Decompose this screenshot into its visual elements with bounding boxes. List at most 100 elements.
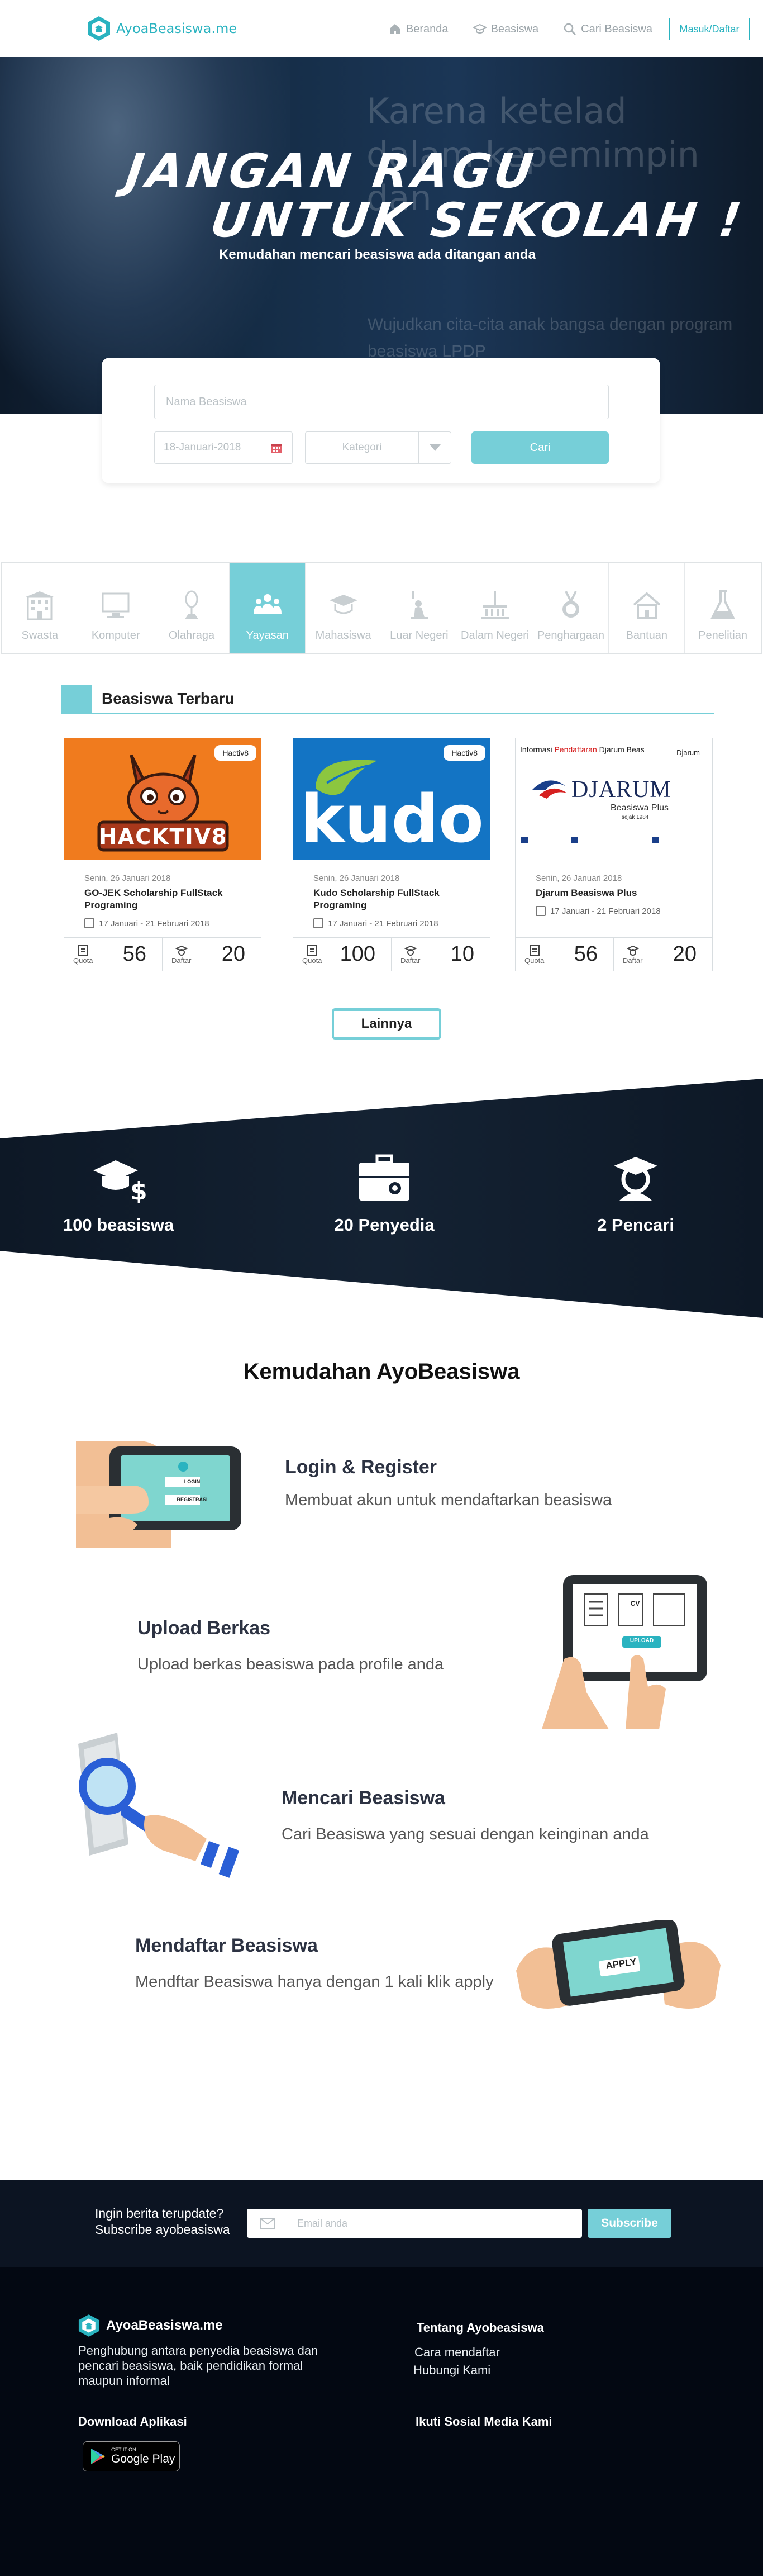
student-icon (614, 1157, 657, 1201)
google-play-button[interactable]: GET IT ON Google Play (83, 2441, 180, 2471)
daftar-label: Daftar (623, 944, 642, 965)
screen-upload-label: UPLOAD (630, 1638, 654, 1644)
search-button[interactable]: Cari (471, 431, 609, 464)
card-range: 17 Januari - 21 Februari 2018 (313, 918, 438, 928)
card-quota: Quota 100 (293, 938, 392, 971)
nav-beranda-label: Beranda (406, 22, 449, 35)
social-title: Ikuti Sosial Media Kami (416, 2414, 552, 2428)
category-label: Swasta (21, 629, 59, 642)
brand-logo[interactable]: AyoaBeasiswa.me (87, 16, 237, 41)
category-dalam-negeri[interactable]: Dalam Negeri (457, 563, 533, 653)
category-swasta[interactable]: Swasta (2, 563, 78, 653)
features-title: Kemudahan AyoBeasiswa (243, 1359, 520, 1384)
card-provider-tag: Hactiv8 (214, 745, 256, 761)
category-olahraga[interactable]: Olahraga (154, 563, 230, 653)
nav-beasiswa[interactable]: Beasiswa (461, 22, 551, 36)
category-label: Mahasiswa (315, 629, 371, 642)
subscribe-placeholder: Email anda (297, 2217, 348, 2229)
student-cap-icon (175, 945, 188, 956)
card-daftar: Daftar 20 (614, 938, 712, 971)
step-desc: Cari Beasiswa yang sesuai dengan keingin… (282, 1825, 649, 1843)
login-register-button[interactable]: Masuk/Daftar (669, 18, 750, 40)
card-daftar: Daftar 20 (163, 938, 261, 971)
magnifier-illustration (78, 1733, 240, 1878)
footer-brand[interactable]: AyoaBeasiswa.me (78, 2314, 223, 2337)
card-stats: Quota 100 Daftar 10 (293, 937, 490, 971)
category-yayasan[interactable]: Yayasan (230, 563, 306, 653)
subscribe-button[interactable]: Subscribe (588, 2209, 671, 2238)
category-penghargaan[interactable]: Penghargaan (533, 563, 609, 653)
card-stats: Quota 56 Daftar 20 (516, 937, 712, 971)
google-play-text: GET IT ON Google Play (111, 2447, 175, 2466)
category-select[interactable]: Kategori (305, 431, 451, 464)
scholarship-card[interactable]: HACKTIV8 Hactiv8 Senin, 26 Januari 2018 … (64, 738, 261, 971)
phone-login-illustration (76, 1441, 241, 1548)
calendar-icon (84, 918, 94, 928)
date-value: 18-Januari-2018 (164, 442, 241, 453)
graduate-icon (329, 595, 357, 614)
calendar-icon (536, 906, 546, 916)
google-play-small: GET IT ON (111, 2447, 136, 2452)
stat-label: 2 Pencari (597, 1215, 674, 1235)
category-penelitian[interactable]: Penelitian (685, 563, 761, 653)
mail-icon-box (247, 2209, 288, 2238)
hero-headline-2: UNTUK SEKOLAH ! (207, 193, 748, 248)
card-provider-tag: Hactiv8 (444, 745, 485, 761)
category-mahasiswa[interactable]: Mahasiswa (306, 563, 382, 653)
calendar-button[interactable] (260, 431, 292, 464)
nav-beranda[interactable]: Beranda (376, 22, 461, 36)
step-title: Mencari Beasiswa (282, 1787, 445, 1809)
card-image-hacktiv8: HACKTIV8 Hactiv8 (64, 738, 261, 860)
monument-icon (481, 591, 509, 619)
category-luar-negeri[interactable]: Luar Negeri (382, 563, 457, 653)
about-title: Tentang Ayobeasiswa (417, 2321, 544, 2335)
subscribe-line-2: Subscribe ayobeasiswa (95, 2222, 230, 2237)
card-range: 17 Januari - 21 Februari 2018 (536, 906, 661, 916)
quota-label: Quota (302, 944, 322, 965)
footer-link-cara-mendaftar[interactable]: Cara mendaftar (414, 2345, 500, 2360)
logo-hexagon-icon (78, 2314, 99, 2337)
house-icon (633, 592, 661, 619)
more-button[interactable]: Lainnya (332, 1008, 441, 1040)
daftar-label-text: Daftar (171, 956, 192, 965)
card-date: Senin, 26 Januari 2018 (313, 874, 400, 883)
student-cap-icon (626, 945, 639, 956)
subscribe-email-input[interactable]: Email anda (247, 2209, 582, 2238)
caret-down-icon (429, 444, 441, 451)
scholarship-name-input[interactable]: Nama Beasiswa (154, 385, 609, 419)
quota-label-text: Quota (73, 956, 93, 965)
card-provider-tag: Djarum (669, 745, 708, 760)
category-label: Komputer (91, 629, 140, 642)
footer-link-hubungi-kami[interactable]: Hubungi Kami (413, 2363, 490, 2378)
briefcase-icon (359, 1154, 409, 1201)
search-panel: Nama Beasiswa 18-Januari-2018 Kategori C… (102, 358, 660, 483)
category-komputer[interactable]: Komputer (78, 563, 154, 653)
daftar-label-text: Daftar (400, 956, 421, 965)
scholarship-card[interactable]: kudo Hactiv8 Senin, 26 Januari 2018 Kudo… (293, 738, 490, 971)
nav-beasiswa-label: Beasiswa (490, 22, 539, 35)
google-play-big: Google Play (111, 2452, 175, 2465)
footer: AyoaBeasiswa.me Penghubung antara penyed… (0, 2267, 763, 2576)
latest-section-header: Beasiswa Terbaru (61, 683, 714, 714)
scholarship-card[interactable]: Informasi Pendaftaran Djarum Beas DJARUM… (515, 738, 713, 971)
category-label: Penghargaan (537, 629, 605, 642)
card-logo-text: DJARUM (571, 777, 671, 803)
date-picker[interactable]: 18-Januari-2018 (154, 431, 293, 464)
clipboard-icon (307, 945, 317, 956)
subscribe-bar: Ingin berita terupdate? Subscribe ayobea… (0, 2180, 763, 2267)
nav-links: Beranda Beasiswa Cari Beasiswa Masuk/Daf… (376, 18, 750, 40)
card-range-text: 17 Januari - 21 Februari 2018 (328, 918, 438, 928)
hero-bg-line: Wujudkan cita-cita anak bangsa dengan pr… (368, 315, 733, 334)
calendar-icon (313, 918, 323, 928)
hero-bg-caption: Wujudkan cita-cita anak bangsa dengan pr… (368, 311, 732, 365)
screen-login-label: LOGIN (184, 1479, 201, 1484)
nav-cari-beasiswa[interactable]: Cari Beasiswa (551, 22, 665, 36)
card-daftar: Daftar 10 (392, 938, 490, 971)
card-stats: Quota 56 Daftar 20 (64, 937, 261, 971)
step-title: Mendaftar Beasiswa (135, 1935, 318, 1956)
card-quota: Quota 56 (516, 938, 614, 971)
hero-bg-line: Karena ketelad (366, 91, 627, 131)
card-range-text: 17 Januari - 21 Februari 2018 (99, 918, 209, 928)
category-dropdown-toggle[interactable] (418, 431, 451, 464)
category-bantuan[interactable]: Bantuan (609, 563, 685, 653)
